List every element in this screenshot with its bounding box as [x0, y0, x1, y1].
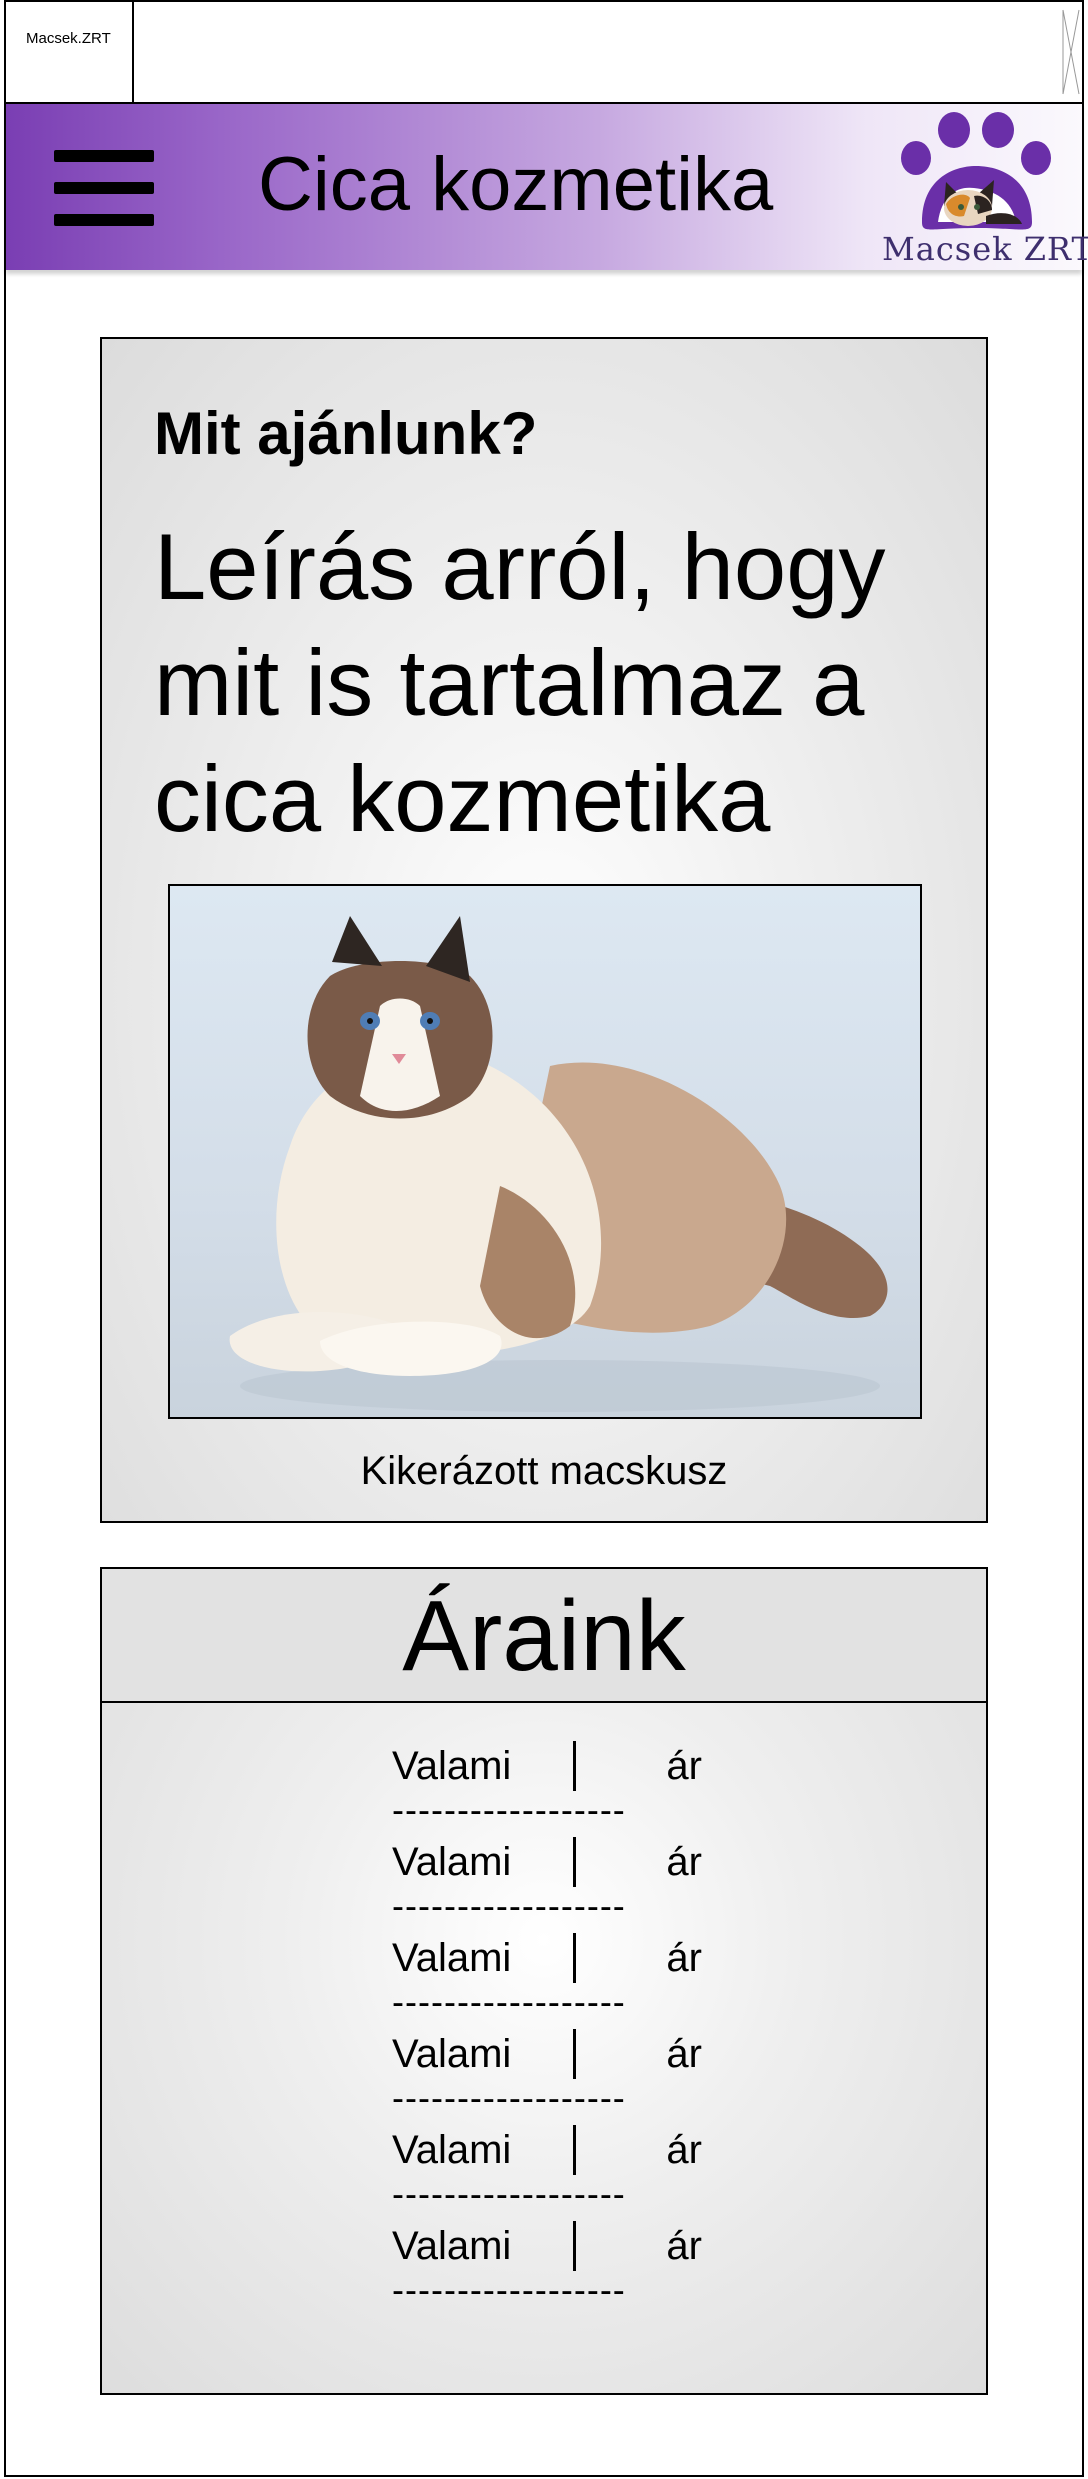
tab-logo[interactable]: Macsek.ZRT: [4, 0, 134, 102]
price-row: Valami ár ------------------: [392, 1933, 702, 2029]
cat-image: [229, 916, 888, 1412]
cat-photo: [168, 884, 922, 1419]
price-row: Valami ár ------------------: [392, 1741, 702, 1837]
offer-description: Leírás arról, hogy mit is tartalmaz a ci…: [154, 514, 886, 851]
price-item-name: Valami: [392, 2224, 512, 2268]
row-separator: ------------------: [392, 1981, 626, 2022]
row-separator: ------------------: [392, 1789, 626, 1830]
menu-icon[interactable]: [54, 150, 154, 226]
price-item-name: Valami: [392, 1744, 512, 1788]
price-row: Valami ár ------------------: [392, 1837, 702, 1933]
row-separator: ------------------: [392, 2269, 626, 2310]
price-row: Valami ár ------------------: [392, 2125, 702, 2221]
tab-label: Macsek.ZRT: [26, 30, 111, 47]
price-value: ár: [666, 1744, 702, 1788]
column-divider: [573, 2125, 576, 2175]
price-item-name: Valami: [392, 1840, 512, 1884]
brand-name: Macsek ZRT: [882, 230, 1088, 268]
offer-card: Mit ajánlunk? Leírás arról, hogy mit is …: [100, 337, 988, 1523]
price-value: ár: [666, 2032, 702, 2076]
offer-heading: Mit ajánlunk?: [154, 400, 538, 467]
site-header: Cica kozmetika Macsek ZRT: [6, 104, 1088, 270]
column-divider: [573, 1933, 576, 1983]
price-item-name: Valami: [392, 2032, 512, 2076]
price-row: Valami ár ------------------: [392, 2221, 702, 2317]
page-title: Cica kozmetika: [258, 142, 774, 227]
image-caption: Kikerázott macskusz: [360, 1449, 728, 1493]
price-value: ár: [666, 1840, 702, 1884]
row-separator: ------------------: [392, 2077, 626, 2118]
row-separator: ------------------: [392, 2173, 626, 2214]
close-icon[interactable]: [1062, 8, 1080, 96]
prices-title: Áraink: [102, 1569, 986, 1703]
prices-card: Áraink Valami ár ------------------ Vala…: [100, 1567, 988, 2395]
price-item-name: Valami: [392, 1936, 512, 1980]
price-value: ár: [666, 2128, 702, 2172]
price-list: Valami ár ------------------ Valami ár -…: [392, 1741, 702, 2317]
column-divider: [573, 1741, 576, 1791]
price-value: ár: [666, 2224, 702, 2268]
price-row: Valami ár ------------------: [392, 2029, 702, 2125]
top-bar: Macsek.ZRT: [4, 0, 1084, 104]
row-separator: ------------------: [392, 1885, 626, 1926]
price-value: ár: [666, 1936, 702, 1980]
price-item-name: Valami: [392, 2128, 512, 2172]
column-divider: [573, 2221, 576, 2271]
column-divider: [573, 2029, 576, 2079]
column-divider: [573, 1837, 576, 1887]
